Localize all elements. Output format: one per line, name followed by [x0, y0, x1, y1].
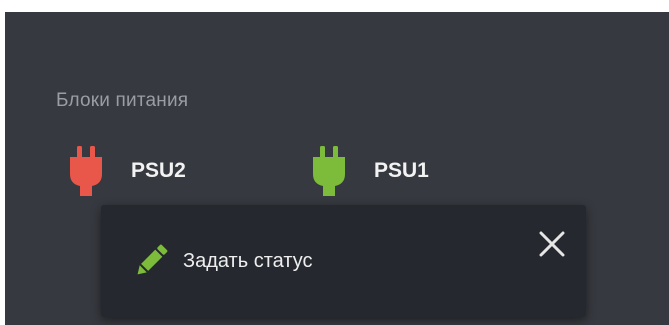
power-plug-icon — [70, 146, 102, 196]
psu-label: PSU1 — [374, 159, 429, 182]
close-button[interactable] — [537, 229, 567, 259]
psu-action-popover: Задать статус — [101, 205, 586, 317]
pencil-icon — [137, 244, 168, 275]
close-icon — [539, 231, 565, 257]
psu-item-psu1[interactable]: PSU1 — [311, 146, 429, 196]
power-plug-icon — [313, 146, 345, 196]
psu-item-psu2[interactable]: PSU2 — [68, 146, 186, 196]
psu-label: PSU2 — [131, 159, 186, 182]
set-status-button[interactable]: Задать статус — [131, 241, 312, 281]
set-status-label: Задать статус — [183, 249, 313, 272]
section-title: Блоки питания — [56, 90, 189, 111]
